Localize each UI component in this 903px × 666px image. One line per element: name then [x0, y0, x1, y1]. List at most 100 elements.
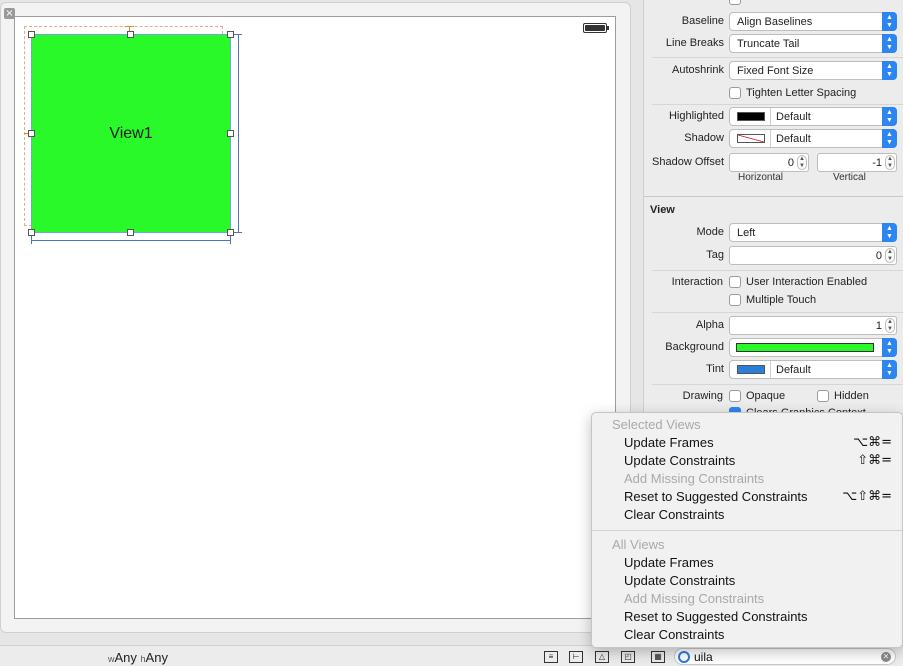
highlighted-color-popup[interactable]: Default ▲ ▼	[729, 107, 897, 126]
opaque-checkbox[interactable]	[729, 390, 741, 402]
baseline-value: Align Baselines	[737, 16, 813, 28]
hidden-checkbox[interactable]	[817, 390, 829, 402]
resolve-issues-icon[interactable]: △	[595, 651, 609, 663]
document-outline-icon[interactable]: ▦	[651, 651, 665, 663]
mode-popup[interactable]: Left ▲ ▼	[729, 223, 897, 242]
alpha-field[interactable]: 1 ▲ ▼	[729, 316, 897, 335]
multiple-touch-label: Multiple Touch	[746, 294, 817, 306]
mode-label: Mode	[696, 226, 724, 238]
highlighted-label: Highlighted	[668, 110, 724, 122]
baseline-label: Baseline	[681, 15, 724, 27]
resize-handle-bottom-left[interactable]	[28, 229, 35, 236]
clear-filter-icon[interactable]: ✕	[881, 652, 891, 662]
menu-item-update-constraints-all[interactable]: Update Constraints	[592, 572, 902, 590]
tag-stepper[interactable]: ▲ ▼	[885, 248, 895, 263]
menu-item-label: Update Constraints	[624, 453, 736, 468]
tint-color-popup[interactable]: Default ▲ ▼	[729, 360, 897, 379]
size-class-toggle[interactable]: wAny hAny	[108, 650, 168, 665]
menu-item-update-frames-selected[interactable]: Update Frames ⌥⌘=	[592, 434, 902, 452]
menu-item-add-missing-constraints-selected: Add Missing Constraints	[592, 470, 902, 488]
shadow-color-popup[interactable]: Default ▲ ▼	[729, 129, 897, 148]
menu-item-update-constraints-selected[interactable]: Update Constraints ⇧⌘=	[592, 452, 902, 470]
drawing-label: Drawing	[682, 390, 723, 402]
popup-arrows-icon: ▲ ▼	[882, 223, 897, 242]
alpha-stepper[interactable]: ▲ ▼	[885, 318, 895, 333]
line-breaks-popup[interactable]: Truncate Tail ▲ ▼	[729, 34, 897, 53]
interaction-label: Interaction	[671, 276, 723, 288]
autoshrink-row: Autoshrink Fixed Font Size ▲ ▼	[644, 61, 903, 81]
bottom-guide-cap-left	[31, 236, 32, 244]
resize-handle-bottom-right[interactable]	[227, 229, 234, 236]
tint-value: Default	[776, 364, 811, 376]
menu-item-clear-constraints-all[interactable]: Clear Constraints	[592, 626, 902, 644]
filter-search-field[interactable]: uila ✕	[674, 648, 896, 665]
view1-green-view[interactable]: View1	[31, 34, 231, 233]
background-color-swatch	[736, 343, 874, 352]
background-color-popup[interactable]: ▲ ▼	[729, 338, 897, 357]
align-icon[interactable]: ≡	[544, 651, 558, 663]
menu-item-label: Reset to Suggested Constraints	[624, 609, 808, 624]
popup-divider	[770, 108, 771, 125]
tighten-letter-spacing-checkbox[interactable]	[729, 87, 741, 99]
pin-icon[interactable]: ⊢	[569, 651, 583, 663]
height-class-value: Any	[145, 650, 168, 665]
popup-divider	[770, 361, 771, 378]
separator	[652, 57, 903, 58]
user-interaction-checkbox[interactable]	[729, 276, 741, 288]
shadow-offset-horizontal-field[interactable]: 0 ▲ ▼	[729, 153, 809, 172]
view1-label: View1	[109, 125, 153, 142]
baseline-popup[interactable]: Align Baselines ▲ ▼	[729, 12, 897, 31]
popup-arrows-icon: ▲ ▼	[882, 12, 897, 31]
popup-arrows-icon: ▲ ▼	[882, 107, 897, 126]
autoshrink-value: Fixed Font Size	[737, 65, 814, 77]
menu-item-update-frames-all[interactable]: Update Frames	[592, 554, 902, 572]
resolve-auto-layout-menu: Selected Views Update Frames ⌥⌘= Update …	[591, 412, 903, 648]
popup-arrows-icon: ▲ ▼	[882, 360, 897, 379]
resize-handle-top-left[interactable]	[28, 31, 35, 38]
popup-arrows-icon: ▲ ▼	[882, 61, 897, 80]
resize-handle-right[interactable]	[227, 130, 234, 137]
separator	[652, 384, 903, 385]
menu-item-reset-suggested-selected[interactable]: Reset to Suggested Constraints ⌥⇧⌘=	[592, 488, 902, 506]
menu-item-label: Add Missing Constraints	[624, 591, 765, 606]
separator	[652, 312, 903, 313]
line-breaks-row: Line Breaks Truncate Tail ▲ ▼	[644, 34, 903, 54]
tag-row: Tag 0 ▲ ▼	[644, 246, 903, 266]
line-breaks-value: Truncate Tail	[737, 38, 800, 50]
resize-handle-top[interactable]	[127, 31, 134, 38]
battery-icon	[583, 23, 609, 33]
menu-item-clear-constraints-selected[interactable]: Clear Constraints	[592, 506, 902, 524]
menu-item-label: Update Frames	[624, 435, 714, 450]
multiple-touch-checkbox[interactable]	[729, 294, 741, 306]
menu-item-label: Update Constraints	[624, 573, 736, 588]
resize-handle-left[interactable]	[28, 130, 35, 137]
canvas-bottom-bar: wAny hAny ≡ ⊢ △ ◰ ▦ uila ✕	[0, 645, 903, 666]
tag-value: 0	[875, 250, 882, 262]
autoshrink-popup[interactable]: Fixed Font Size ▲ ▼	[729, 61, 897, 80]
resizing-behavior-icon[interactable]: ◰	[621, 651, 635, 663]
all-views-header: All Views	[612, 537, 665, 552]
user-interaction-label: User Interaction Enabled	[746, 276, 868, 288]
resize-handle-bottom[interactable]	[127, 229, 134, 236]
hidden-label: Hidden	[834, 390, 869, 402]
tint-label: Tint	[706, 363, 724, 375]
tint-color-swatch	[737, 365, 765, 374]
autoshrink-label: Autoshrink	[672, 64, 724, 76]
menu-item-reset-suggested-all[interactable]: Reset to Suggested Constraints	[592, 608, 902, 626]
storyboard-canvas[interactable]: × View1	[0, 0, 643, 645]
resize-handle-top-right[interactable]	[227, 31, 234, 38]
separator	[652, 270, 903, 271]
popup-divider	[770, 130, 771, 147]
filter-icon	[678, 651, 690, 663]
shadow-offset-vertical-field[interactable]: -1 ▲ ▼	[817, 153, 897, 172]
shadow-color-swatch	[737, 134, 765, 143]
horizontal-stepper[interactable]: ▲ ▼	[797, 155, 807, 170]
highlighted-checkbox-partial[interactable]	[729, 0, 741, 5]
vertical-stepper[interactable]: ▲ ▼	[885, 155, 895, 170]
tag-field[interactable]: 0 ▲ ▼	[729, 246, 897, 265]
alpha-label: Alpha	[695, 319, 724, 331]
shadow-offset-row: Shadow Offset 0 ▲ ▼ -1 ▲ ▼	[644, 153, 903, 173]
bottom-size-guide	[31, 240, 231, 241]
shadow-label: Shadow	[684, 132, 724, 144]
vertical-sublabel: Vertical	[833, 172, 866, 183]
